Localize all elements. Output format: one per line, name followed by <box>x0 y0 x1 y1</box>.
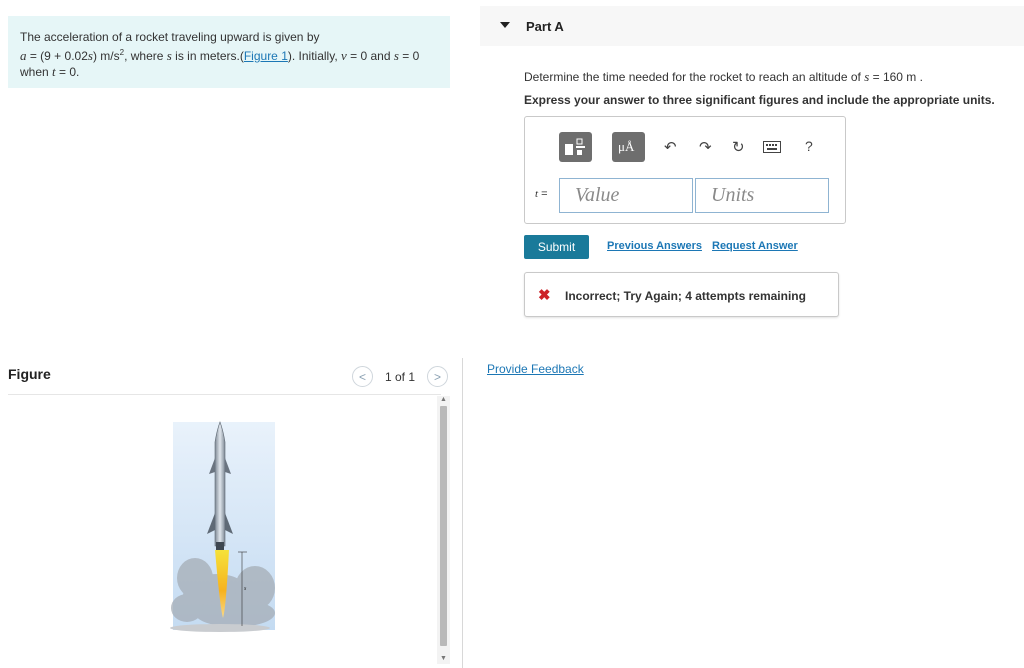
v-eq: = 0 and <box>346 49 394 63</box>
s-eq: = 0 <box>398 49 420 63</box>
answer-eq: = <box>538 188 548 200</box>
figure-prev-button[interactable]: < <box>352 366 373 387</box>
t-eq: = 0. <box>55 65 80 79</box>
eq-tail: is in meters.( <box>171 49 244 63</box>
keyboard-icon[interactable] <box>763 141 781 153</box>
caret-down-icon[interactable] <box>500 22 510 28</box>
part-title[interactable]: Part A <box>526 19 564 34</box>
eq-where: , where <box>124 49 167 63</box>
figure-next-button[interactable]: > <box>427 366 448 387</box>
question-pre: Determine the time needed for the rocket… <box>524 70 865 84</box>
units-button[interactable]: μÅ <box>612 132 645 162</box>
problem-line-2: a = (9 + 0.02s) m/s2, where s is in mete… <box>20 45 438 64</box>
scroll-down-icon[interactable]: ▼ <box>440 655 447 662</box>
question-post: = 160 m . <box>869 70 923 84</box>
scrollbar-thumb[interactable] <box>440 406 447 646</box>
eq-initially: ). Initially, <box>287 49 341 63</box>
help-icon[interactable]: ? <box>805 138 813 154</box>
feedback-message: Incorrect; Try Again; 4 attempts remaini… <box>565 289 806 303</box>
request-answer-link[interactable]: Request Answer <box>712 240 798 252</box>
templates-button[interactable] <box>559 132 592 162</box>
undo-icon[interactable]: ↶ <box>664 138 677 156</box>
answer-instruction: Express your answer to three significant… <box>524 93 995 107</box>
reset-icon[interactable]: ↻ <box>732 138 745 156</box>
problem-statement: The acceleration of a rocket traveling u… <box>8 16 450 88</box>
provide-feedback-link[interactable]: Provide Feedback <box>487 362 584 376</box>
templates-icon <box>565 138 585 155</box>
figure-scrollbar[interactable]: ▲ ▼ <box>437 396 450 664</box>
units-icon: μÅ <box>618 139 635 154</box>
problem-line-3: when t = 0. <box>20 64 438 80</box>
value-input[interactable] <box>559 178 693 213</box>
column-divider <box>462 358 463 668</box>
figure-divider <box>8 394 441 395</box>
units-input[interactable] <box>695 178 829 213</box>
eq-mid: = (9 + 0.02 <box>26 49 88 63</box>
redo-icon[interactable]: ↷ <box>699 138 712 156</box>
math-toolbar: μÅ ↶ ↷ ↻ ? <box>559 132 829 164</box>
figure-counter: 1 of 1 <box>385 370 416 384</box>
submit-button[interactable]: Submit <box>524 235 589 259</box>
rocket-figure: s <box>170 421 275 632</box>
ground-shadow <box>170 624 270 632</box>
incorrect-icon: ✖ <box>538 287 551 304</box>
answer-variable-label: t = <box>535 188 548 200</box>
question-text: Determine the time needed for the rocket… <box>524 69 923 85</box>
problem-line-1: The acceleration of a rocket traveling u… <box>20 30 320 44</box>
eq-units: ) m/s <box>92 49 120 63</box>
figure-link[interactable]: Figure 1 <box>244 49 288 63</box>
previous-answers-link[interactable]: Previous Answers <box>607 240 702 252</box>
scroll-up-icon[interactable]: ▲ <box>440 396 447 403</box>
when-text: when <box>20 65 53 79</box>
figure-title: Figure <box>8 366 51 382</box>
